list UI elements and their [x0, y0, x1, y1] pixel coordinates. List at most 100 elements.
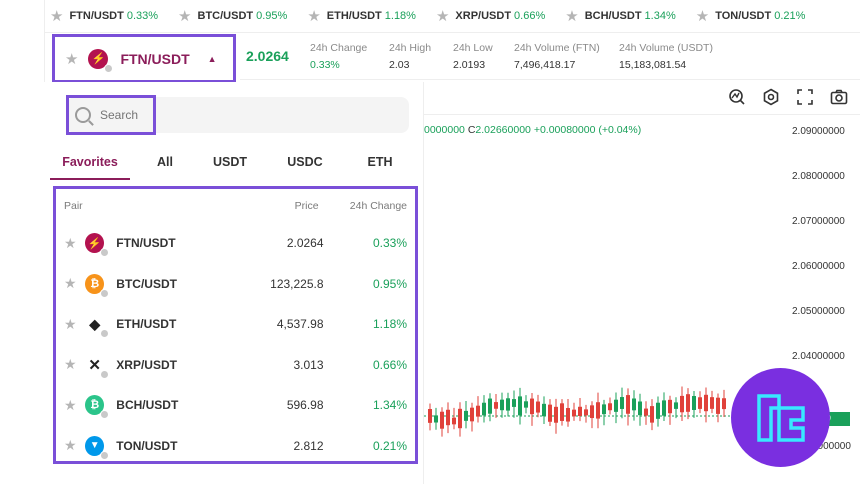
candle-body	[518, 396, 522, 416]
quote-tabs: Favorites All USDT USDC ETH	[50, 150, 420, 180]
tab-eth[interactable]: ETH	[350, 150, 410, 180]
ticker-item[interactable]: ★ ETH/USDT 1.18%	[307, 7, 416, 25]
badge-icon	[104, 63, 114, 73]
bch-coin-icon: ₿	[85, 395, 110, 420]
candle-body	[560, 403, 564, 421]
candle-body	[686, 394, 690, 412]
last-price: 2.0264	[246, 48, 289, 64]
star-icon[interactable]: ★	[696, 7, 709, 25]
star-icon[interactable]: ★	[307, 7, 320, 25]
candle-body	[458, 408, 462, 429]
ticker-item[interactable]: ★ XRP/USDT 0.66%	[436, 7, 545, 25]
star-icon[interactable]: ★	[64, 356, 85, 373]
ticker-item[interactable]: ★ FTN/USDT 0.33%	[50, 7, 158, 25]
candle-body	[716, 397, 720, 414]
settings-icon[interactable]	[762, 88, 780, 106]
star-icon[interactable]: ★	[565, 7, 578, 25]
stat-24h-volume-quote: 24h Volume (USDT) 15,183,081.54	[619, 42, 713, 71]
candle-body	[566, 408, 570, 422]
star-icon[interactable]: ★	[50, 7, 63, 25]
list-item[interactable]: ★ ▼ TON/USDT 2.812 0.21%	[56, 426, 415, 467]
tab-usdc[interactable]: USDC	[260, 150, 350, 180]
candle-body	[440, 411, 444, 429]
candle-body	[572, 409, 576, 417]
ton-coin-icon: ▼	[85, 435, 110, 460]
candle-body	[602, 404, 606, 415]
candle-body	[542, 403, 546, 417]
candle-body	[428, 408, 432, 423]
list-header: Pair Price 24h Change	[56, 189, 415, 223]
fullscreen-icon[interactable]	[796, 88, 814, 106]
column-price: Price	[294, 200, 319, 212]
candlestick-chart[interactable]	[424, 385, 734, 465]
list-item[interactable]: ★ ⚡ FTN/USDT 2.0264 0.33%	[56, 223, 415, 264]
stat-24h-volume-base: 24h Volume (FTN) 7,496,418.17	[514, 42, 600, 71]
candle-body	[500, 399, 504, 411]
candle-body	[656, 402, 660, 419]
list-item[interactable]: ★ ◆ ETH/USDT 4,537.98 1.18%	[56, 304, 415, 345]
candle-body	[524, 401, 528, 408]
candle-body	[548, 404, 552, 422]
pair-name: FTN/USDT	[120, 50, 190, 67]
candle-body	[590, 405, 594, 419]
ticker-item[interactable]: ★ TON/USDT 0.21%	[696, 7, 806, 25]
list-item[interactable]: ★ ✕ XRP/USDT 3.013 0.66%	[56, 345, 415, 386]
badge-icon	[100, 450, 110, 460]
btc-coin-icon: ₿	[85, 273, 110, 298]
star-icon[interactable]: ★	[436, 7, 449, 25]
candle-body	[446, 409, 450, 426]
xrp-coin-icon: ✕	[85, 354, 110, 379]
chart-toolbar-divider	[424, 114, 860, 115]
list-item[interactable]: ★ ₿ BTC/USDT 123,225.8 0.95%	[56, 264, 415, 305]
candle-body	[530, 398, 534, 415]
ticker-bar: ★ FTN/USDT 0.33% ★ BTC/USDT 0.95% ★ ETH/USDT 1…	[50, 0, 860, 32]
brand-logo	[731, 368, 830, 467]
candle-body	[470, 407, 474, 422]
eth-coin-icon: ◆	[85, 314, 110, 339]
search-field[interactable]	[66, 95, 156, 135]
list-item[interactable]: ★ ₿ BCH/USDT 596.98 1.34%	[56, 385, 415, 426]
pair-list: Pair Price 24h Change ★ ⚡ FTN/USDT 2.026…	[53, 186, 418, 464]
candle-body	[632, 398, 636, 411]
search-icon	[75, 107, 91, 123]
candle-body	[452, 417, 456, 425]
camera-icon[interactable]	[830, 88, 848, 106]
stat-24h-high: 24h High 2.03	[389, 42, 432, 71]
candle-body	[698, 397, 702, 409]
candle-body	[626, 395, 630, 414]
pair-selector-button[interactable]: ★ ⚡ FTN/USDT ▲	[52, 34, 236, 83]
badge-icon	[100, 288, 110, 298]
star-icon[interactable]: ★	[64, 235, 85, 252]
tab-favorites[interactable]: Favorites	[50, 150, 130, 180]
ticker-item[interactable]: ★ BTC/USDT 0.95%	[178, 7, 287, 25]
y-axis-label: 2.08000000	[792, 171, 845, 182]
candle-body	[680, 395, 684, 413]
star-icon[interactable]: ★	[64, 316, 85, 333]
y-axis-label: 2.04000000	[792, 351, 845, 362]
chart-toolbar	[728, 88, 848, 106]
badge-icon	[100, 410, 110, 420]
indicator-icon[interactable]	[728, 88, 746, 106]
candle-body	[608, 403, 612, 411]
star-icon[interactable]: ★	[178, 7, 191, 25]
candle-body	[506, 398, 510, 411]
ftn-coin-icon: ⚡	[88, 48, 114, 73]
tab-usdt[interactable]: USDT	[200, 150, 260, 180]
search-input[interactable]	[100, 108, 150, 122]
star-icon[interactable]: ★	[64, 437, 85, 454]
candle-body	[644, 408, 648, 416]
candle-body	[668, 399, 672, 414]
header-divider	[240, 79, 860, 80]
candle-body	[476, 405, 480, 417]
candle-body	[650, 406, 654, 423]
candle-body	[464, 410, 468, 421]
candle-body	[674, 402, 678, 409]
tab-all[interactable]: All	[130, 150, 200, 180]
candle-body	[596, 402, 600, 419]
star-icon[interactable]: ★	[64, 275, 85, 292]
star-icon[interactable]: ★	[65, 50, 78, 68]
ticker-item[interactable]: ★ BCH/USDT 1.34%	[565, 7, 676, 25]
candle-body	[482, 402, 486, 416]
candle-body	[704, 394, 708, 412]
star-icon[interactable]: ★	[64, 397, 85, 414]
